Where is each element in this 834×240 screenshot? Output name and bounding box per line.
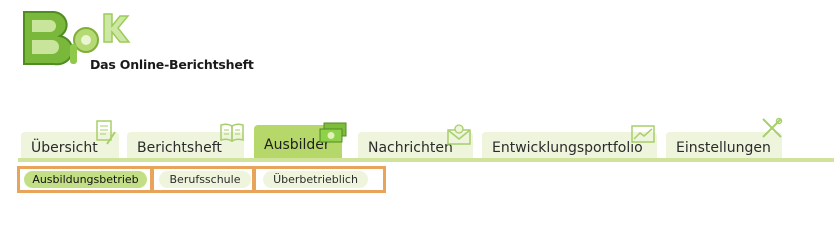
subnav-ueberbetrieblich[interactable]: Überbetrieblich bbox=[263, 171, 368, 188]
tab-entwicklungsportfolio[interactable]: Entwicklungsportfolio bbox=[482, 125, 657, 158]
tools-icon bbox=[760, 116, 784, 144]
money-bill-icon bbox=[318, 121, 348, 149]
subnav-berufsschule[interactable]: Berufsschule bbox=[159, 171, 251, 188]
tab-label: Entwicklungsportfolio bbox=[492, 140, 643, 156]
tab-label: Berichtsheft bbox=[137, 140, 222, 156]
tab-label: Nachrichten bbox=[368, 140, 453, 156]
tab-nachrichten[interactable]: Nachrichten bbox=[358, 124, 473, 158]
tagline: Das Online-Berichtsheft bbox=[90, 57, 254, 72]
chart-trend-icon bbox=[630, 124, 656, 148]
sub-navigation: Ausbildungsbetrieb Berufsschule Überbetr… bbox=[0, 166, 834, 196]
tab-berichtsheft[interactable]: Berichtsheft bbox=[127, 123, 244, 158]
notepad-pencil-icon bbox=[95, 118, 117, 150]
subnav-ausbildungsbetrieb[interactable]: Ausbildungsbetrieb bbox=[24, 171, 147, 188]
tab-label: Einstellungen bbox=[676, 140, 771, 156]
open-book-icon bbox=[219, 122, 245, 146]
envelope-at-icon bbox=[446, 124, 472, 150]
tab-label: Übersicht bbox=[31, 140, 98, 156]
main-tab-bar: Übersicht Berichtsheft Ausbilder Nachric… bbox=[0, 117, 834, 166]
tab-einstellungen[interactable]: Einstellungen bbox=[666, 117, 783, 158]
tab-uebersicht[interactable]: Übersicht bbox=[21, 120, 119, 158]
tab-ausbilder[interactable]: Ausbilder bbox=[254, 122, 347, 158]
tab-underline bbox=[18, 158, 834, 162]
